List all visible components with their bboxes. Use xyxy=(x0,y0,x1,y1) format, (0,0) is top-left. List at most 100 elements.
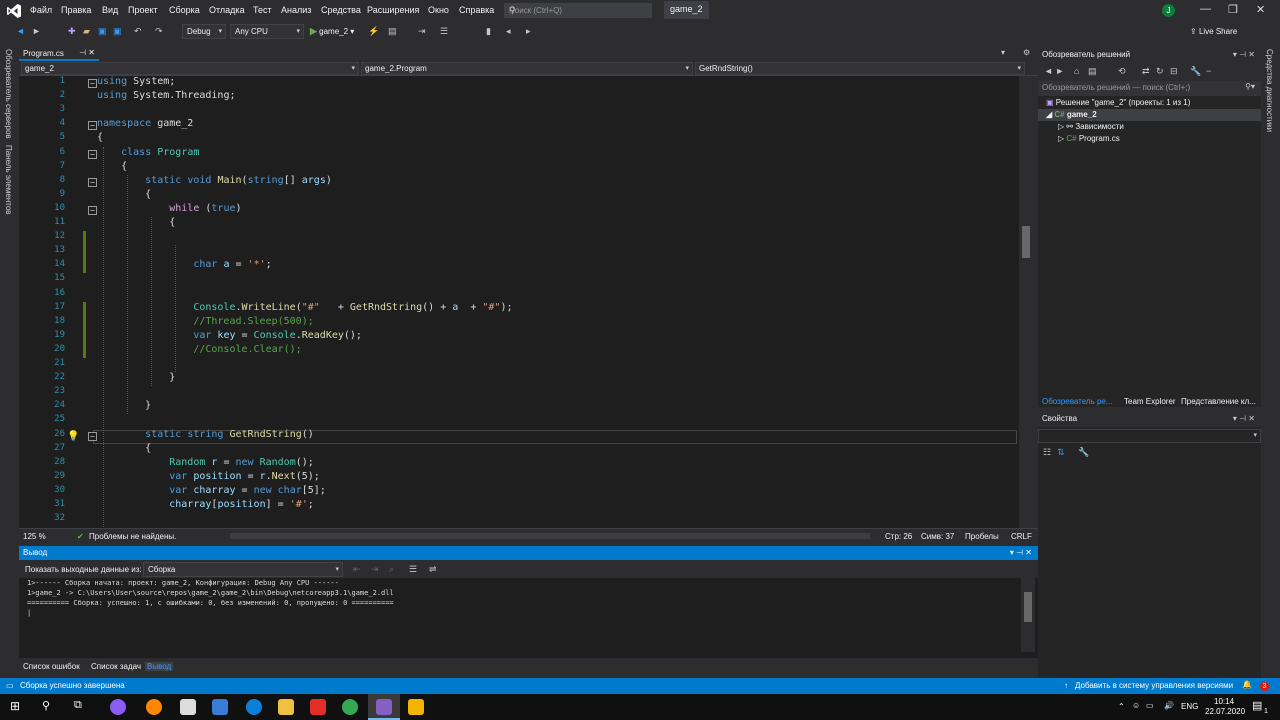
code-line[interactable]: static string GetRndString() xyxy=(97,429,314,440)
code-line[interactable]: static void Main(string[] args) xyxy=(97,175,332,186)
gear-icon[interactable]: ⚙ xyxy=(1023,48,1030,57)
pin-icon[interactable]: ▾ ⊣ ✕ xyxy=(1233,50,1255,59)
search-input[interactable]: Поиск (Ctrl+Q) ⚲ xyxy=(504,3,652,18)
scroll-thumb[interactable] xyxy=(1022,226,1030,258)
code-line[interactable]: //Thread.Sleep(500); xyxy=(97,316,313,327)
code-editor[interactable]: 💡 1 using System; 2 using System.Threading;… xyxy=(19,76,1019,528)
step-icon[interactable]: ⇥ xyxy=(418,26,426,37)
notifications-icon[interactable]: ▤ xyxy=(1252,699,1262,712)
horizontal-scrollbar[interactable] xyxy=(230,533,870,539)
code-line[interactable]: } xyxy=(97,400,151,411)
config-select[interactable]: Debug ▾ xyxy=(182,24,226,39)
clear-all-icon[interactable]: ☰ xyxy=(409,564,417,575)
code-line[interactable]: } xyxy=(97,372,175,383)
issues-status[interactable]: Проблемы не найдены. xyxy=(89,532,176,541)
open-folder-icon[interactable]: ▰ xyxy=(83,26,90,37)
undo-icon[interactable]: ↶ xyxy=(134,26,142,37)
liveshare-button[interactable]: ⇪ Live Share xyxy=(1190,27,1237,36)
tab-program-cs[interactable]: Program.cs ⊣ ✕ xyxy=(19,47,99,61)
server-explorer-tab[interactable]: Обозреватель серверов xyxy=(4,49,13,139)
redo-icon[interactable]: ↷ xyxy=(155,26,163,37)
chrome-icon[interactable] xyxy=(342,699,358,715)
tab-solution-explorer[interactable]: Обозреватель ре... xyxy=(1042,397,1113,406)
menu-view[interactable]: Вид xyxy=(102,5,118,15)
edge-icon[interactable] xyxy=(246,699,262,715)
task-view-icon[interactable]: ⧉ xyxy=(74,699,82,712)
platform-select[interactable]: Any CPU ▾ xyxy=(230,24,304,39)
code-line[interactable]: var key = Console.ReadKey(); xyxy=(97,330,362,341)
menu-extensions[interactable]: Расширения xyxy=(367,5,419,15)
maximize-icon[interactable]: ❐ xyxy=(1228,3,1238,16)
chevron-down-icon[interactable]: ▾ xyxy=(1001,48,1005,57)
code-line[interactable]: { xyxy=(97,161,127,172)
tree-project[interactable]: ◢ C# game_2 xyxy=(1046,110,1097,119)
back-icon[interactable]: ◄ xyxy=(16,26,25,36)
code-line[interactable]: Console.WriteLine("#" + GetRndString() +… xyxy=(97,302,512,313)
tab-error-list[interactable]: Список ошибок xyxy=(21,662,82,671)
object-select[interactable]: ▾ xyxy=(1038,429,1261,443)
yandex-icon[interactable] xyxy=(310,699,326,715)
browser-icon[interactable] xyxy=(146,699,162,715)
refresh-icon[interactable]: ↻ xyxy=(1156,66,1164,77)
mail-icon[interactable] xyxy=(180,699,196,715)
diagnostics-tab[interactable]: Средства диагностики xyxy=(1265,49,1274,132)
fold-toggle[interactable]: − xyxy=(88,431,97,441)
alphabetical-icon[interactable]: ⇅ xyxy=(1057,447,1065,458)
property-pages-icon[interactable]: 🔧 xyxy=(1078,447,1089,458)
pin-icon[interactable]: ⊣ ✕ xyxy=(79,48,95,57)
pin-icon[interactable]: ▾ ⊣ ✕ xyxy=(1010,548,1032,557)
back-icon[interactable]: ◄ ► xyxy=(1044,66,1064,76)
wrench-icon[interactable]: 🔧 xyxy=(1190,66,1201,77)
menu-build[interactable]: Сборка xyxy=(169,5,200,15)
code-line[interactable]: charray[position] = '#'; xyxy=(97,499,314,510)
code-line[interactable]: var position = r.Next(5); xyxy=(97,471,320,482)
hot-reload-icon[interactable]: ⚡ xyxy=(368,26,379,37)
language-indicator[interactable]: ENG xyxy=(1181,702,1198,711)
code-line[interactable]: { xyxy=(97,132,103,143)
windows-start-icon[interactable]: ⊞ xyxy=(10,699,20,713)
bell-icon[interactable]: 🔔 xyxy=(1242,680,1252,689)
save-icon[interactable]: ▣ xyxy=(98,26,107,37)
prev-message-icon[interactable]: ⇤ xyxy=(353,564,361,575)
editor-scrollbar[interactable] xyxy=(1019,76,1033,528)
output-scrollbar[interactable] xyxy=(1021,578,1035,652)
fold-toggle[interactable]: − xyxy=(88,79,97,88)
app-icon-2[interactable] xyxy=(408,699,424,715)
solution-search-input[interactable]: Обозреватель решений — поиск (Ctrl+;) ⚲▾ xyxy=(1038,81,1261,96)
avatar[interactable]: J xyxy=(1162,4,1175,17)
tab-output[interactable]: Вывод xyxy=(145,662,174,671)
tab-team-explorer[interactable]: Team Explorer xyxy=(1124,397,1176,406)
close-icon[interactable]: ✕ xyxy=(1256,3,1265,16)
word-wrap-icon[interactable]: ⇌ xyxy=(429,564,437,575)
pin-icon[interactable]: ▾ ⊣ ✕ xyxy=(1233,414,1255,423)
code-line[interactable]: class Program xyxy=(97,147,199,158)
code-line[interactable]: while (true) xyxy=(97,203,241,214)
categorized-icon[interactable]: ☷ xyxy=(1043,447,1051,458)
scroll-thumb[interactable] xyxy=(1024,592,1032,622)
class-select[interactable]: game_2.Program ▾ xyxy=(361,62,693,75)
save-all-icon[interactable]: ▣ xyxy=(113,26,122,37)
menu-help[interactable]: Справка xyxy=(459,5,494,15)
code-line[interactable]: namespace game_2 xyxy=(97,118,193,129)
clock-time[interactable]: 10:14 xyxy=(1214,697,1234,706)
lightbulb-icon[interactable]: 💡 xyxy=(67,431,79,442)
network-icon[interactable]: ▭ xyxy=(1146,701,1154,710)
menu-file[interactable]: Файл xyxy=(30,5,52,15)
chevron-up-icon[interactable]: ⌃ xyxy=(1118,702,1125,711)
fold-toggle[interactable]: − xyxy=(88,149,97,159)
minimize-icon[interactable]: — xyxy=(1200,3,1211,15)
people-icon[interactable]: ☺ xyxy=(1132,701,1140,710)
code-line[interactable]: { xyxy=(97,189,151,200)
code-line[interactable]: { xyxy=(97,443,151,454)
menu-analyze[interactable]: Анализ xyxy=(281,5,311,15)
code-line[interactable]: var charray = new char[5]; xyxy=(97,485,326,496)
bookmark-prev-icon[interactable]: ◂ xyxy=(506,26,511,37)
code-line[interactable]: using System; xyxy=(97,76,175,87)
fold-toggle[interactable]: − xyxy=(88,205,97,215)
tab-task-list[interactable]: Список задач xyxy=(89,662,143,671)
clock-date[interactable]: 22.07.2020 xyxy=(1205,707,1245,716)
home-icon[interactable]: ⌂ xyxy=(1074,66,1079,76)
menu-project[interactable]: Проект xyxy=(128,5,158,15)
tree-solution[interactable]: ▣ Решение "game_2" (проекты: 1 из 1) xyxy=(1046,98,1190,107)
fold-toggle[interactable]: − xyxy=(88,177,97,187)
